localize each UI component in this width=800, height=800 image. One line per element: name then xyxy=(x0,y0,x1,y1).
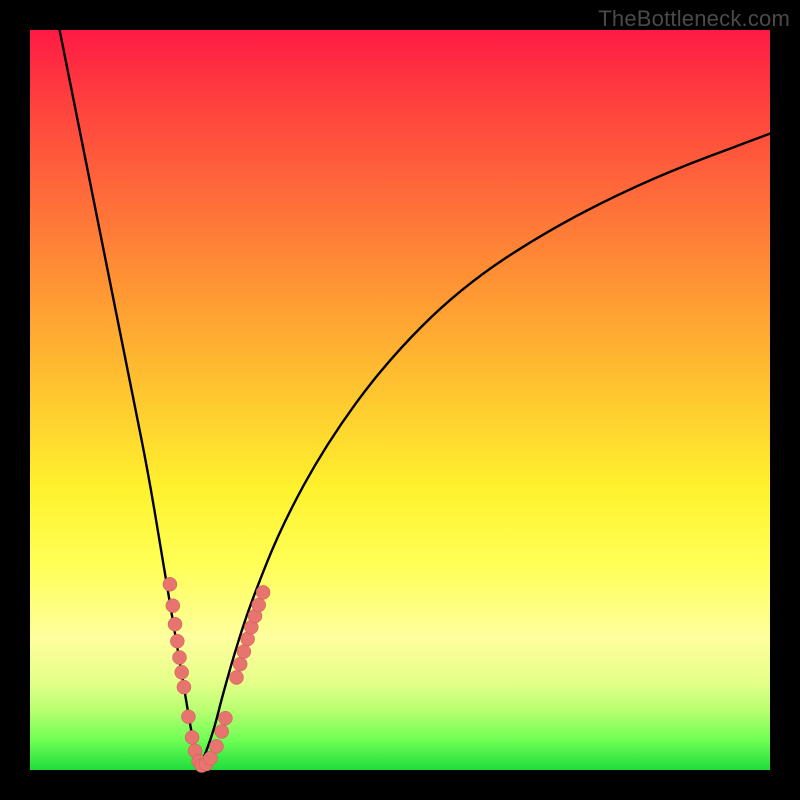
curve-marker xyxy=(256,585,270,599)
watermark-text: TheBottleneck.com xyxy=(598,6,790,32)
curve-layer xyxy=(30,30,770,770)
curve-marker xyxy=(175,665,189,679)
curve-marker xyxy=(215,725,229,739)
bottleneck-curve xyxy=(60,30,770,761)
curve-marker xyxy=(173,651,187,665)
curve-marker xyxy=(237,645,251,659)
curve-marker xyxy=(185,730,199,744)
curve-marker xyxy=(210,739,224,753)
curve-marker xyxy=(177,680,191,694)
marker-group xyxy=(163,577,270,772)
plot-area xyxy=(30,30,770,770)
curve-marker xyxy=(233,657,247,671)
curve-marker xyxy=(230,671,244,685)
curve-marker xyxy=(218,711,232,725)
curve-marker xyxy=(163,577,177,591)
chart-frame: TheBottleneck.com xyxy=(0,0,800,800)
curve-marker xyxy=(170,634,184,648)
curve-marker xyxy=(181,710,195,724)
curve-marker xyxy=(166,599,180,613)
curve-marker xyxy=(252,598,266,612)
curve-marker xyxy=(168,617,182,631)
